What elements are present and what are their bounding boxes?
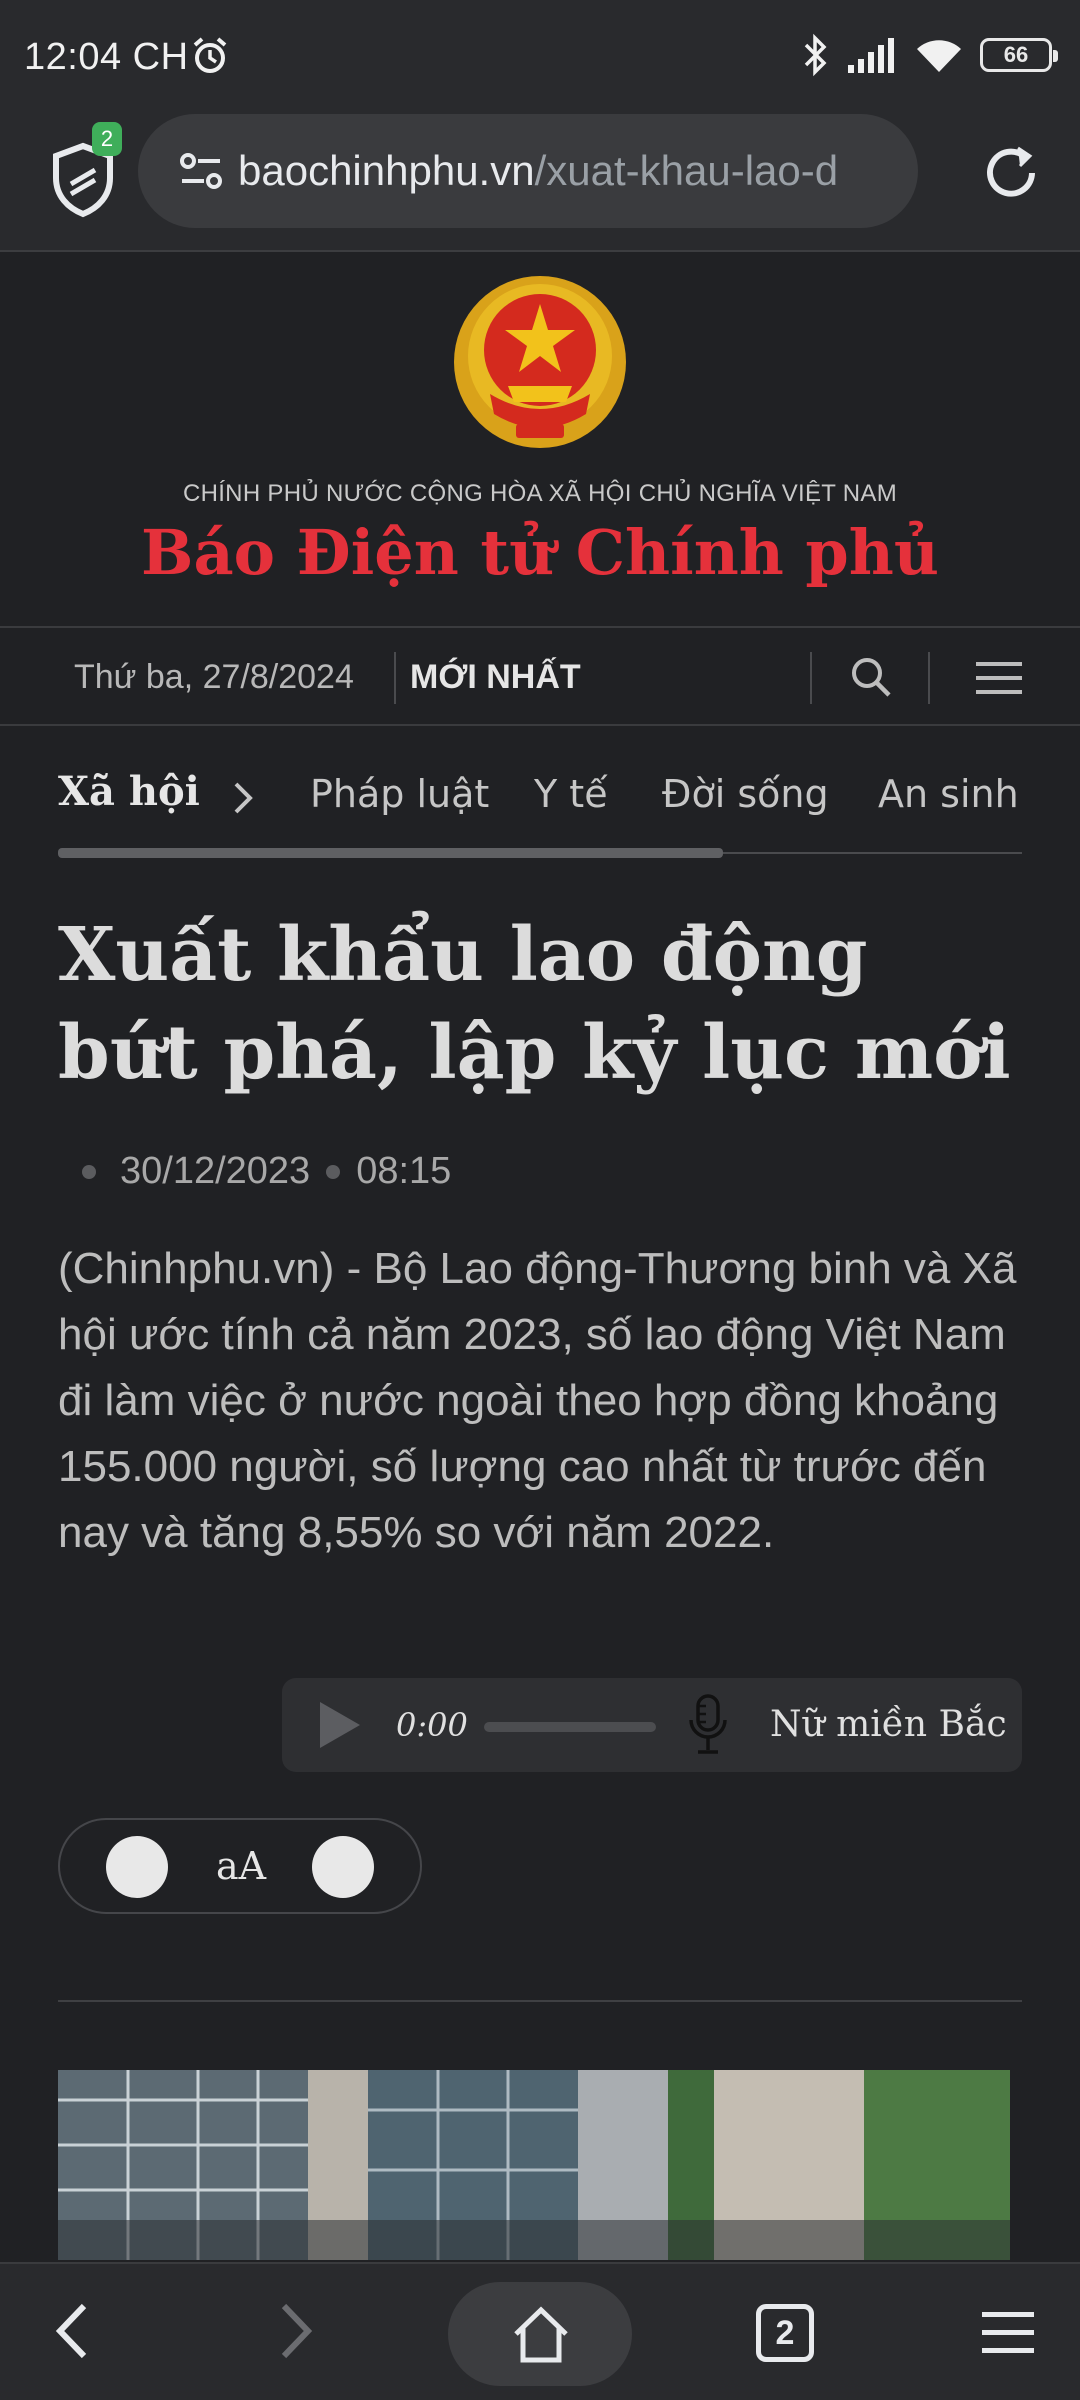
article-time: 08:15 — [356, 1150, 452, 1192]
category-scroll-thumb[interactable] — [58, 848, 723, 858]
site-settings-icon[interactable] — [172, 141, 232, 201]
date-nav-bar: Thứ ba, 27/8/2024 MỚI NHẤT — [0, 626, 1080, 726]
article-headline: Xuất khẩu lao động bứt phá, lập kỷ lục m… — [58, 912, 1011, 1096]
play-icon[interactable] — [314, 1700, 364, 1750]
status-icons: 66 — [802, 30, 1058, 80]
voice-selector[interactable]: Nữ miền Bắc — [770, 1704, 1007, 1745]
status-bar: 12:04 CH 66 — [0, 0, 1080, 110]
font-size-label: aA — [216, 1844, 267, 1888]
font-size-control: aA — [58, 1818, 422, 1914]
menu-icon[interactable] — [974, 658, 1024, 698]
divider — [928, 652, 930, 704]
tabs-button[interactable]: 2 — [756, 2304, 814, 2362]
signal-icon — [848, 38, 894, 73]
forward-icon[interactable] — [274, 2298, 318, 2364]
font-increase-button[interactable] — [312, 1836, 374, 1898]
audio-time: 0:00 — [396, 1706, 468, 1744]
microphone-icon[interactable] — [686, 1692, 730, 1758]
font-decrease-button[interactable] — [106, 1836, 168, 1898]
battery-icon: 66 — [980, 38, 1058, 72]
category-tabs: Xã hội Pháp luật Y tế Đời sống An sinh — [58, 760, 1022, 870]
search-icon[interactable] — [848, 654, 894, 700]
site-header: CHÍNH PHỦ NƯỚC CỘNG HÒA XÃ HỘI CHỦ NGHĨA… — [0, 254, 1080, 626]
browser-bottom-bar: 2 — [0, 2262, 1080, 2400]
category-tab[interactable]: Pháp luật — [310, 772, 489, 816]
audio-progress-bar[interactable] — [484, 1722, 656, 1732]
chevron-right-icon — [234, 782, 253, 814]
category-tab[interactable]: Y tế — [534, 772, 608, 816]
browser-toolbar: 2 baochinhphu.vn/xuat-khau-lao-d — [0, 110, 1080, 252]
category-tab[interactable]: An sinh — [878, 772, 1019, 816]
divider — [810, 652, 812, 704]
status-time: 12:04 CH — [24, 36, 189, 78]
article-lead: (Chinhphu.vn) - Bộ Lao động-Thương binh … — [58, 1244, 1017, 1557]
article-date: 30/12/2023 — [120, 1150, 311, 1192]
meta-dot — [82, 1164, 96, 1179]
home-button[interactable] — [448, 2282, 632, 2386]
article-photo[interactable] — [58, 2070, 1010, 2260]
latest-news-link[interactable]: MỚI NHẤT — [410, 658, 581, 697]
home-icon — [514, 2306, 568, 2363]
category-tab[interactable]: Đời sống — [662, 772, 829, 816]
government-line: CHÍNH PHỦ NƯỚC CỘNG HÒA XÃ HỘI CHỦ NGHĨA… — [182, 480, 898, 507]
url-path: /xuat-khau-lao-d — [534, 147, 839, 194]
bluetooth-icon — [804, 33, 827, 77]
menu-icon[interactable] — [980, 2308, 1036, 2358]
national-emblem-logo[interactable] — [450, 274, 630, 454]
article-meta: 30/12/2023 08:15 — [82, 1150, 451, 1193]
battery-level: 66 — [1003, 42, 1029, 67]
alarm-icon — [193, 37, 227, 73]
divider — [394, 652, 396, 704]
site-name[interactable]: Báo Điện tử Chính phủ — [0, 516, 1080, 589]
address-bar[interactable]: baochinhphu.vn/xuat-khau-lao-d — [138, 114, 918, 228]
url-host: baochinhphu.vn — [238, 147, 535, 194]
audio-player: 0:00 Nữ miền Bắc — [282, 1678, 1022, 1772]
tab-count: 2 — [775, 2314, 795, 2352]
wifi-icon — [917, 40, 961, 72]
back-icon[interactable] — [50, 2298, 94, 2364]
photo-image — [58, 2070, 1010, 2260]
meta-dot — [326, 1164, 341, 1179]
category-current[interactable]: Xã hội — [58, 768, 200, 815]
shield-badge: 2 — [92, 122, 122, 156]
url-text[interactable]: baochinhphu.vn/xuat-khau-lao-d — [238, 147, 838, 195]
divider — [58, 2000, 1022, 2002]
reload-icon[interactable] — [978, 140, 1044, 206]
current-date: Thứ ba, 27/8/2024 — [74, 658, 354, 696]
